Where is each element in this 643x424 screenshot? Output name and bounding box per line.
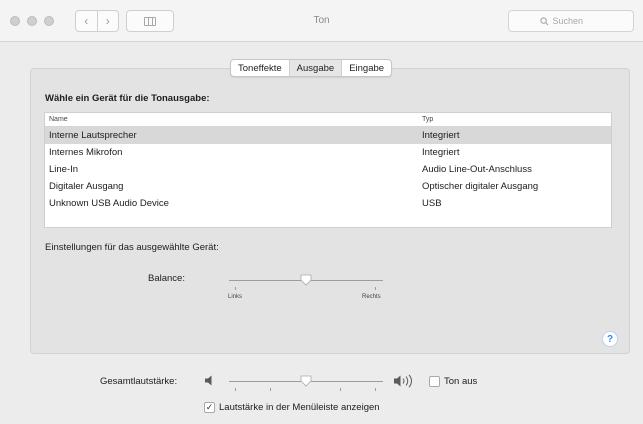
balance-label: Balance: — [148, 273, 185, 284]
table-row[interactable]: Line-In Audio Line-Out-Anschluss — [45, 161, 611, 178]
tab-toneffekte[interactable]: Toneffekte — [231, 60, 289, 76]
tab-ausgabe[interactable]: Ausgabe — [288, 60, 342, 76]
tab-bar: Toneffekte Ausgabe Eingabe — [230, 59, 393, 77]
device-name: Interne Lautsprecher — [49, 130, 137, 141]
volume-label: Gesamtlautstärke: — [100, 376, 178, 387]
volume-thumb[interactable] — [300, 375, 312, 387]
table-row[interactable]: Internes Mikrofon Integriert — [45, 144, 611, 161]
speaker-high-icon[interactable] — [393, 374, 421, 388]
device-type: USB — [422, 198, 442, 209]
tick-mark — [340, 388, 341, 391]
tick-mark — [235, 287, 236, 290]
mute-label: Ton aus — [444, 376, 478, 387]
device-name: Line-In — [49, 164, 79, 175]
show-volume-menubar-label: Lautstärke in der Menüleiste anzeigen — [219, 402, 380, 413]
device-type: Optischer digitaler Ausgang — [422, 181, 539, 192]
device-type: Integriert — [422, 130, 460, 141]
title-bar: ‹ › Ton — [0, 0, 643, 42]
table-row[interactable]: Interne Lautsprecher Integriert — [45, 127, 611, 144]
column-header-name[interactable]: Name — [45, 116, 419, 123]
device-name: Digitaler Ausgang — [49, 181, 124, 192]
tick-mark — [235, 388, 236, 391]
device-heading: Wähle ein Gerät für die Tonausgabe: — [45, 93, 210, 104]
tab-eingabe[interactable]: Eingabe — [341, 60, 391, 76]
balance-right-label: Rechts — [362, 294, 381, 300]
search-input[interactable] — [552, 16, 603, 26]
table-header: Name Typ — [45, 113, 611, 127]
show-volume-menubar-checkbox[interactable]: ✓ — [204, 402, 215, 413]
table-row[interactable]: Unknown USB Audio Device USB — [45, 195, 611, 212]
balance-left-label: Links — [228, 294, 243, 300]
mute-checkbox[interactable] — [429, 376, 440, 387]
device-table: Name Typ Interne Lautsprecher Integriert… — [44, 112, 612, 228]
device-name: Unknown USB Audio Device — [49, 198, 169, 209]
device-type: Audio Line-Out-Anschluss — [422, 164, 532, 175]
balance-thumb[interactable] — [300, 274, 312, 286]
speaker-low-icon[interactable] — [204, 375, 216, 386]
help-icon[interactable]: ? — [602, 331, 618, 347]
table-row[interactable]: Digitaler Ausgang Optischer digitaler Au… — [45, 178, 611, 195]
tick-mark — [270, 388, 271, 391]
selected-device-settings-label: Einstellungen für das ausgewählte Gerät: — [45, 242, 219, 253]
column-header-type[interactable]: Typ — [419, 116, 609, 123]
device-name: Internes Mikrofon — [49, 147, 123, 158]
device-type: Integriert — [422, 147, 460, 158]
tick-mark — [375, 287, 376, 290]
search-field[interactable] — [508, 10, 634, 32]
search-icon — [539, 16, 548, 25]
tick-mark — [375, 388, 376, 391]
